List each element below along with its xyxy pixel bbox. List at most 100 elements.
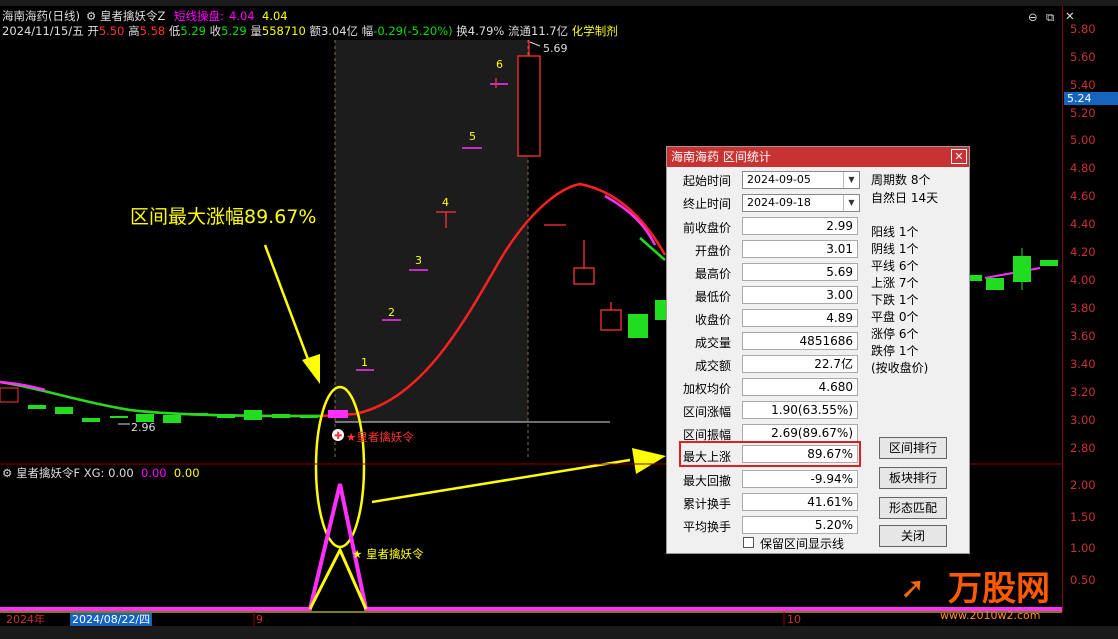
wave-number: 1	[361, 356, 368, 369]
row-label: 加权均价	[682, 382, 731, 396]
row-label: 平均换手	[682, 520, 731, 534]
row-value: 4.680	[742, 378, 858, 396]
price-tick: 3.00	[1070, 413, 1096, 427]
stat-fall-days: 下跌 1个	[871, 293, 919, 307]
dialog-close-button[interactable]: ✕	[951, 149, 967, 164]
price-tick: 4.20	[1070, 245, 1096, 259]
row-label: 最高价	[694, 267, 731, 281]
brand-icon: ➚	[900, 571, 926, 606]
candle	[1040, 260, 1058, 266]
current-price-badge: 5.24	[1064, 92, 1118, 105]
interval-rank-button[interactable]: 区间排行	[879, 437, 947, 459]
row-value: 3.01	[742, 240, 858, 258]
candles-right	[968, 248, 1058, 290]
chevron-down-icon[interactable]: ▼	[843, 172, 859, 188]
candle	[190, 413, 208, 415]
cursor-date-badge: 2024/08/22/四	[70, 613, 153, 626]
candle	[0, 387, 19, 403]
watermark-logo: ➚ 万股网 www.2010w2.com	[900, 570, 1060, 624]
candle	[217, 414, 235, 418]
row-label: 开盘价	[694, 244, 731, 258]
sub-settings-icon[interactable]: ⚙	[2, 466, 12, 480]
stat-rise-days: 上涨 7个	[871, 276, 919, 290]
keep-interval-label[interactable]: 保留区间显示线	[760, 535, 844, 552]
candle	[244, 410, 262, 420]
sub-axis-tick: 2.00	[1070, 478, 1096, 492]
end-time-value: 2024-09-18	[747, 196, 811, 209]
row-label: 累计换手	[682, 497, 731, 511]
candle	[163, 415, 181, 423]
start-time-select[interactable]: 2024-09-05 ▼	[742, 171, 860, 189]
stat-up-candles: 阳线 1个	[871, 225, 919, 239]
signal-icon-glyph: ✚	[334, 431, 342, 442]
row-label: 成交额	[694, 359, 731, 373]
row-label: 最大回撤	[682, 474, 731, 488]
brand-text: 万股网	[948, 569, 1050, 609]
year-label: 2024年	[6, 613, 45, 626]
row-label: 最大上涨	[682, 450, 731, 464]
price-tick: 5.60	[1070, 50, 1096, 64]
row-value: 3.00	[742, 286, 858, 304]
price-tick: 2.80	[1070, 441, 1096, 455]
row-value: 5.69	[742, 263, 858, 281]
row-value: -9.94%	[742, 470, 858, 488]
sub-value-2: 0.00	[141, 466, 167, 480]
brand-url: www.2010w2.com	[940, 609, 1041, 622]
row-value: 89.67%	[742, 445, 858, 463]
indicator-tab-bar[interactable]	[0, 626, 1118, 639]
candle-down	[628, 314, 648, 338]
ma-line-red	[0, 182, 667, 418]
price-tick: 3.40	[1070, 357, 1096, 371]
price-tick: 5.00	[1070, 133, 1096, 147]
end-time-select[interactable]: 2024-09-18 ▼	[742, 194, 860, 212]
stat-limit-down: 跌停 1个	[871, 344, 919, 358]
row-label: 最低价	[694, 290, 731, 304]
price-tick: 4.40	[1070, 217, 1096, 231]
price-tick: 4.60	[1070, 189, 1096, 203]
keep-interval-checkbox[interactable]	[743, 537, 754, 548]
candle	[55, 407, 73, 414]
stat-natural-days: 自然日 14天	[871, 191, 939, 205]
signal-label-text: 皇者擒妖令	[356, 430, 414, 444]
start-time-label: 起始时间	[682, 174, 731, 188]
row-value: 2.99	[742, 217, 858, 235]
annotation-arrow-line	[263, 244, 314, 371]
candle	[968, 275, 982, 281]
sub-value-3: 0.00	[173, 466, 200, 480]
chevron-down-icon[interactable]: ▼	[843, 195, 859, 211]
stat-limit-up: 涨停 6个	[871, 327, 919, 341]
end-time-label: 终止时间	[682, 197, 731, 211]
stat-periods: 周期数 8个	[871, 173, 931, 187]
stock-chart-app: 海南海药(日线) ⚙ 皇者擒妖令Z 短线操盘: 4.04 4.04 2024/1…	[0, 0, 1118, 639]
price-tick: 5.40	[1070, 78, 1096, 92]
row-label: 前收盘价	[682, 221, 731, 235]
candle	[573, 267, 595, 285]
sub-axis-tick: 0.50	[1070, 573, 1096, 587]
sub-indicator-name[interactable]: 皇者擒妖令F	[16, 466, 80, 480]
sub-panel-header: ⚙ 皇者擒妖令F XG: 0.00 0.00 0.00	[2, 466, 200, 480]
start-time-value: 2024-09-05	[747, 173, 811, 186]
wave-number: 2	[388, 306, 395, 319]
wave-number: 5	[469, 130, 476, 143]
candle-signal	[328, 410, 348, 418]
sector-rank-button[interactable]: 板块排行	[879, 467, 947, 489]
close-button[interactable]: 关闭	[879, 525, 947, 547]
stat-down-candles: 阴线 1个	[871, 242, 919, 256]
ma-line-magenta-top	[604, 194, 657, 246]
wave-number: 4	[442, 196, 449, 209]
annotation-arrow-line-2	[371, 458, 631, 504]
price-tick: 4.00	[1070, 273, 1096, 287]
stat-flat-candles: 平线 6个	[871, 259, 919, 273]
row-value: 4851686	[742, 332, 858, 350]
row-value: 2.69(89.67%)	[742, 424, 858, 442]
row-value: 22.7亿	[742, 355, 858, 373]
row-value: 5.20%	[742, 516, 858, 534]
dialog-title[interactable]: 海南海药 区间统计	[667, 147, 969, 167]
ma-line-magenta-right	[984, 267, 1041, 279]
annotation-arrowhead	[302, 354, 320, 384]
pattern-match-button[interactable]: 形态匹配	[879, 497, 947, 519]
candle	[110, 416, 128, 418]
xg-value: 0.00	[108, 466, 134, 480]
interval-stats-dialog[interactable]: 海南海药 区间统计 ✕ 起始时间 2024-09-05 ▼ 终止时间 2024-0…	[666, 146, 970, 554]
sub-axis-tick: 1.50	[1070, 510, 1096, 524]
